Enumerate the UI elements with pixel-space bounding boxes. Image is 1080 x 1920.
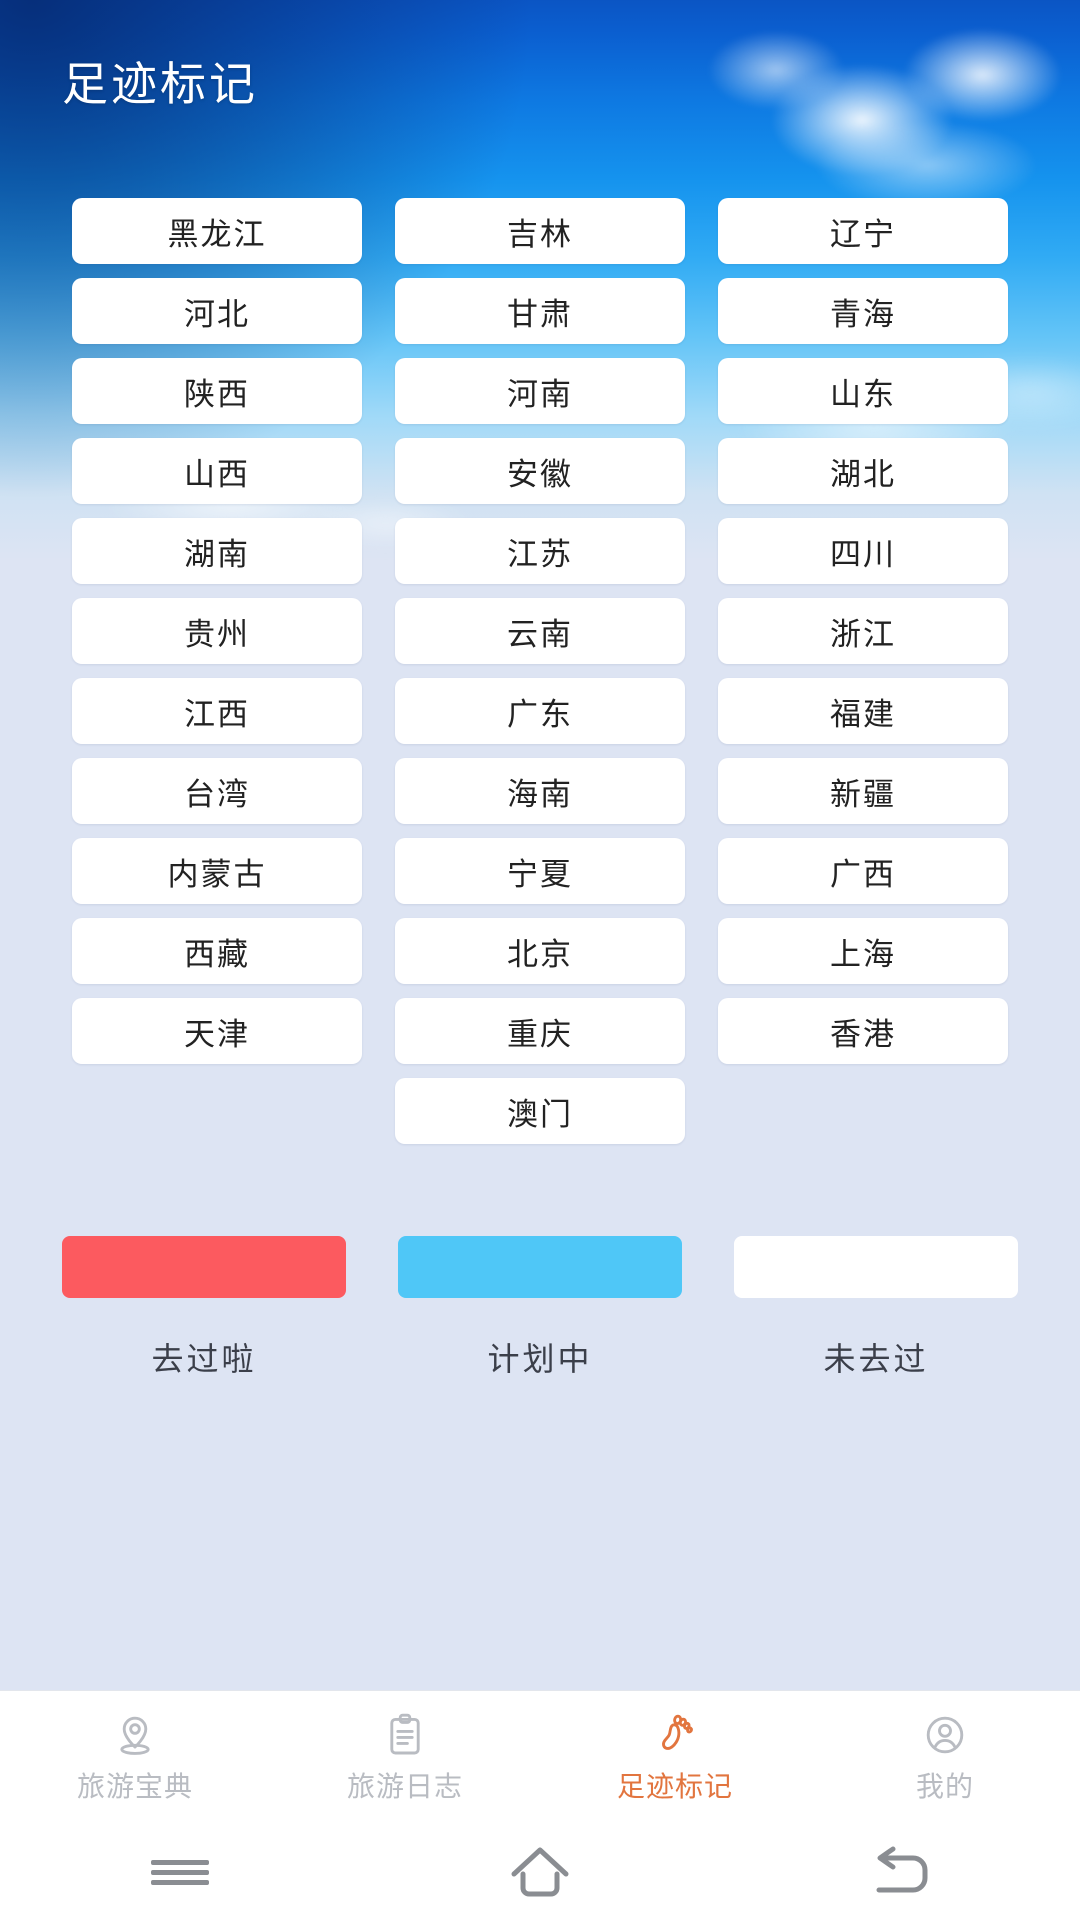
province-button[interactable]: 四川: [718, 518, 1008, 584]
legend-item: 去过啦: [36, 1236, 372, 1380]
province-button[interactable]: 北京: [395, 918, 685, 984]
system-navigation-bar: [0, 1824, 1080, 1920]
tab-label: 足迹标记: [616, 1770, 733, 1802]
map-pin-icon: [111, 1711, 159, 1759]
province-button[interactable]: 天津: [72, 998, 362, 1064]
province-button[interactable]: 湖北: [718, 438, 1008, 504]
province-button[interactable]: 广东: [395, 678, 685, 744]
recents-icon: [151, 1855, 209, 1890]
province-button[interactable]: 重庆: [395, 998, 685, 1064]
province-button[interactable]: 黑龙江: [72, 198, 362, 264]
bottom-tab-bar: 旅游宝典 旅游日志 足迹标记 我的: [0, 1690, 1080, 1824]
recents-button[interactable]: [0, 1855, 360, 1890]
back-button[interactable]: [720, 1844, 1080, 1900]
province-button[interactable]: 甘肃: [395, 278, 685, 344]
tab-label: 我的: [915, 1770, 974, 1802]
province-button[interactable]: 香港: [718, 998, 1008, 1064]
legend-label: 去过啦: [151, 1341, 257, 1377]
page-title: 足迹标记: [62, 58, 258, 110]
legend-swatch: [734, 1236, 1018, 1298]
province-button[interactable]: 江西: [72, 678, 362, 744]
back-icon: [876, 1846, 928, 1893]
legend: 去过啦 计划中 未去过: [36, 1236, 1044, 1380]
province-button[interactable]: 陕西: [72, 358, 362, 424]
user-circle-icon: [921, 1711, 969, 1759]
province-button[interactable]: 宁夏: [395, 838, 685, 904]
province-button[interactable]: 广西: [718, 838, 1008, 904]
province-button[interactable]: 安徽: [395, 438, 685, 504]
legend-label: 未去过: [823, 1341, 929, 1377]
tab-label: 旅游宝典: [76, 1770, 193, 1802]
tab-user-circle[interactable]: 我的: [810, 1691, 1080, 1824]
province-button[interactable]: 贵州: [72, 598, 362, 664]
province-button[interactable]: 青海: [718, 278, 1008, 344]
province-button[interactable]: 内蒙古: [72, 838, 362, 904]
province-button[interactable]: 山西: [72, 438, 362, 504]
legend-label: 计划中: [487, 1341, 593, 1377]
province-button[interactable]: 江苏: [395, 518, 685, 584]
province-button[interactable]: 山东: [718, 358, 1008, 424]
legend-swatch: [398, 1236, 682, 1298]
tab-map-pin[interactable]: 旅游宝典: [0, 1691, 270, 1824]
home-icon: [511, 1847, 569, 1897]
province-button[interactable]: 新疆: [718, 758, 1008, 824]
province-button[interactable]: 海南: [395, 758, 685, 824]
province-button[interactable]: 河北: [72, 278, 362, 344]
footprint-icon: [651, 1711, 699, 1759]
province-button[interactable]: 西藏: [72, 918, 362, 984]
legend-swatch: [62, 1236, 346, 1298]
tab-footprint[interactable]: 足迹标记: [540, 1691, 810, 1824]
province-button[interactable]: 浙江: [718, 598, 1008, 664]
legend-item: 未去过: [708, 1236, 1044, 1380]
legend-item: 计划中: [372, 1236, 708, 1380]
province-button[interactable]: 吉林: [395, 198, 685, 264]
province-button[interactable]: 台湾: [72, 758, 362, 824]
tab-label: 旅游日志: [346, 1770, 463, 1802]
province-button[interactable]: 湖南: [72, 518, 362, 584]
province-button[interactable]: 澳门: [395, 1078, 685, 1144]
home-button[interactable]: [360, 1844, 720, 1900]
tab-clipboard[interactable]: 旅游日志: [270, 1691, 540, 1824]
clipboard-icon: [381, 1711, 429, 1759]
province-grid: 黑龙江 吉林 辽宁 河北 甘肃 青海 陕西 河南 山东 山西 安徽 湖北 湖南 江苏 四川 贵州 云南 浙江 江西广…: [72, 198, 1008, 1144]
province-button[interactable]: 福建: [718, 678, 1008, 744]
province-button[interactable]: 河南: [395, 358, 685, 424]
province-button[interactable]: 云南: [395, 598, 685, 664]
province-button[interactable]: 辽宁: [718, 198, 1008, 264]
province-button[interactable]: 上海: [718, 918, 1008, 984]
cloud-top-right: [690, 0, 1080, 220]
